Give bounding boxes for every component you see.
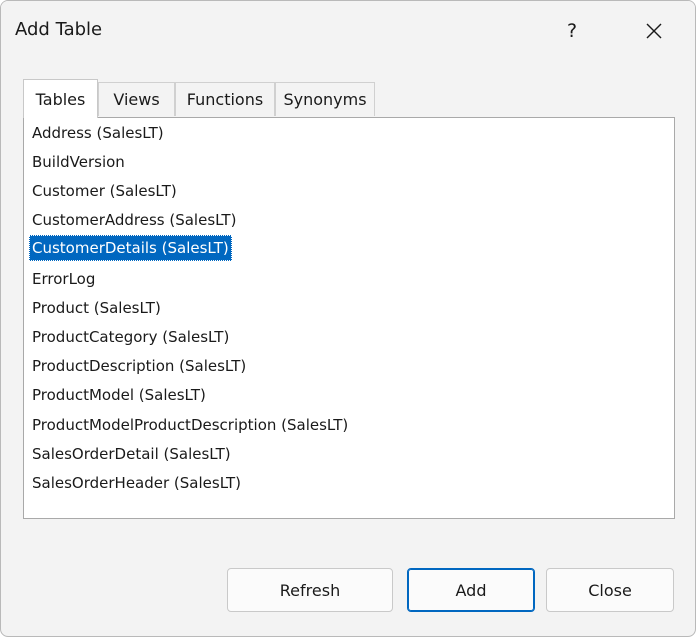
add-button[interactable]: Add: [407, 568, 535, 612]
tab-label: Synonyms: [283, 90, 367, 109]
close-icon: [646, 23, 662, 39]
object-type-tabs: Tables Views Functions Synonyms: [23, 79, 623, 118]
tab-label: Functions: [186, 90, 264, 109]
title-bar[interactable]: Add Table ?: [1, 1, 695, 63]
list-item[interactable]: ProductModel (SalesLT): [29, 382, 209, 408]
tab-tables[interactable]: Tables: [23, 79, 98, 118]
list-item[interactable]: ProductModelProductDescription (SalesLT): [29, 412, 351, 438]
dialog-title: Add Table: [15, 19, 103, 40]
list-item[interactable]: Customer (SalesLT): [29, 178, 180, 204]
tab-synonyms[interactable]: Synonyms: [275, 82, 375, 116]
list-item[interactable]: Address (SalesLT): [29, 120, 167, 146]
list-item[interactable]: BuildVersion: [29, 149, 128, 175]
list-item[interactable]: ProductDescription (SalesLT): [29, 353, 249, 379]
list-item[interactable]: ErrorLog: [29, 266, 98, 292]
help-button[interactable]: ?: [549, 9, 595, 53]
close-window-button[interactable]: [631, 9, 677, 53]
list-item[interactable]: CustomerAddress (SalesLT): [29, 207, 239, 233]
list-item[interactable]: SalesOrderHeader (SalesLT): [29, 470, 244, 496]
list-item[interactable]: ProductCategory (SalesLT): [29, 324, 232, 350]
tab-views[interactable]: Views: [98, 82, 175, 116]
refresh-button[interactable]: Refresh: [227, 568, 393, 612]
tab-functions[interactable]: Functions: [175, 82, 275, 116]
question-mark-icon: ?: [566, 20, 578, 42]
add-table-dialog: Add Table ? Tables Views Functions Synon…: [0, 0, 696, 637]
list-item[interactable]: SalesOrderDetail (SalesLT): [29, 441, 234, 467]
list-item[interactable]: Product (SalesLT): [29, 295, 164, 321]
tab-label: Views: [113, 90, 160, 109]
tables-list[interactable]: Address (SalesLT) BuildVersion Customer …: [23, 117, 675, 519]
tab-label: Tables: [35, 89, 86, 109]
list-item-selected[interactable]: CustomerDetails (SalesLT): [29, 235, 232, 261]
close-button[interactable]: Close: [546, 568, 674, 612]
